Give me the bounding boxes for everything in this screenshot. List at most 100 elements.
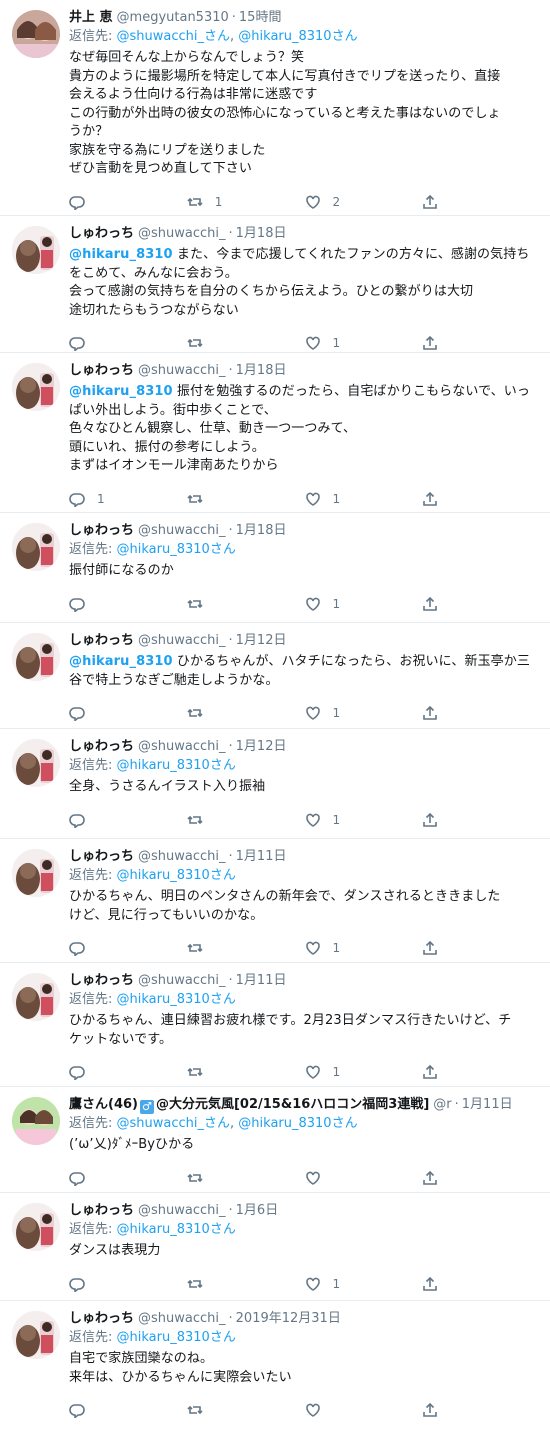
like-button[interactable]: 1 [305, 596, 423, 612]
display-name[interactable]: しゅわっち [69, 633, 134, 648]
share-button[interactable] [422, 940, 540, 956]
like-button[interactable]: 1 [305, 812, 423, 828]
reply-button[interactable] [69, 194, 187, 210]
retweet-button[interactable] [187, 705, 305, 721]
user-handle[interactable]: @shuwacchi_ [138, 363, 226, 378]
display-name[interactable]: しゅわっち [69, 1203, 134, 1218]
share-button[interactable] [422, 705, 540, 721]
reply-mention-link[interactable]: @hikaru_8310さん [238, 1116, 357, 1131]
avatar[interactable] [12, 363, 60, 411]
reply-button[interactable]: 1 [69, 491, 187, 507]
user-handle[interactable]: @shuwacchi_ [138, 633, 226, 648]
reply-mention-link[interactable]: @shuwacchi_さん [117, 1116, 231, 1131]
tweet[interactable]: しゅわっち @shuwacchi_ · 1月6日 返信先: @hikaru_8310さ… [0, 1193, 550, 1301]
mention-link[interactable]: @hikaru_8310 [69, 654, 173, 669]
retweet-button[interactable] [187, 1170, 305, 1186]
user-handle[interactable]: @shuwacchi_ [138, 849, 226, 864]
user-handle[interactable]: @shuwacchi_ [138, 1203, 226, 1218]
display-name[interactable]: しゅわっち [69, 523, 134, 538]
share-button[interactable] [422, 812, 540, 828]
retweet-button[interactable] [187, 491, 305, 507]
retweet-button[interactable] [187, 1276, 305, 1292]
share-button[interactable] [422, 491, 540, 507]
display-name[interactable]: しゅわっち [69, 973, 134, 988]
like-button[interactable]: 2 [305, 194, 423, 210]
avatar[interactable] [12, 973, 60, 1021]
mention-link[interactable]: @hikaru_8310 [69, 247, 173, 262]
share-button[interactable] [422, 335, 540, 351]
retweet-button[interactable] [187, 1402, 305, 1418]
like-button[interactable]: 1 [305, 335, 423, 351]
avatar[interactable] [12, 1097, 60, 1145]
tweet-time[interactable]: 2019年12月31日 [236, 1311, 341, 1326]
avatar[interactable] [12, 739, 60, 787]
reply-mention-link[interactable]: @hikaru_8310さん [117, 758, 236, 773]
reply-button[interactable] [69, 596, 187, 612]
like-button[interactable]: 1 [305, 491, 423, 507]
reply-button[interactable] [69, 1276, 187, 1292]
retweet-button[interactable] [187, 812, 305, 828]
display-name[interactable]: しゅわっち [69, 849, 134, 864]
avatar[interactable] [12, 10, 60, 58]
like-button[interactable]: 1 [305, 1064, 423, 1080]
retweet-button[interactable] [187, 1064, 305, 1080]
user-handle[interactable]: @shuwacchi_ [138, 226, 226, 241]
tweet-time[interactable]: 1月18日 [236, 523, 287, 538]
tweet[interactable]: 鷹さん(46) ♂ @大分元気風[02/15&16ハロコン福岡3連戦] @r · 1月11… [0, 1087, 550, 1193]
tweet[interactable]: しゅわっち @shuwacchi_ · 1月11日 返信先: @hikaru_8310… [0, 839, 550, 963]
tweet-time[interactable]: 1月6日 [236, 1203, 279, 1218]
display-name[interactable]: しゅわっち [69, 739, 134, 754]
tweet[interactable]: しゅわっち @shuwacchi_ · 1月18日 @hikaru_8310 また、今… [0, 216, 550, 353]
reply-button[interactable] [69, 705, 187, 721]
retweet-button[interactable] [187, 940, 305, 956]
display-name[interactable]: 井上 恵 [69, 10, 113, 25]
reply-mention-link[interactable]: @hikaru_8310さん [117, 1330, 236, 1345]
tweet[interactable]: 井上 恵 @megyutan5310 · 15時間 返信先: @shuwacchi_さ… [0, 0, 550, 216]
display-name[interactable]: しゅわっち [69, 363, 134, 378]
avatar[interactable] [12, 849, 60, 897]
avatar[interactable] [12, 1311, 60, 1359]
reply-button[interactable] [69, 812, 187, 828]
like-button[interactable] [305, 1402, 423, 1418]
share-button[interactable] [422, 1170, 540, 1186]
reply-mention-link[interactable]: @hikaru_8310さん [238, 29, 357, 44]
reply-mention-link[interactable]: @hikaru_8310さん [117, 992, 236, 1007]
user-handle[interactable]: @megyutan5310 [117, 10, 229, 25]
user-handle[interactable]: @shuwacchi_ [138, 739, 226, 754]
display-name[interactable]: しゅわっち [69, 1311, 134, 1326]
reply-button[interactable] [69, 1064, 187, 1080]
tweet[interactable]: しゅわっち @shuwacchi_ · 1月18日 返信先: @hikaru_8310… [0, 513, 550, 623]
tweet[interactable]: しゅわっち @shuwacchi_ · 1月18日 @hikaru_8310 振付を勉… [0, 353, 550, 513]
share-button[interactable] [422, 596, 540, 612]
user-handle[interactable]: @shuwacchi_ [138, 973, 226, 988]
tweet-time[interactable]: 1月11日 [236, 973, 287, 988]
tweet[interactable]: しゅわっち @shuwacchi_ · 2019年12月31日 返信先: @hikar… [0, 1301, 550, 1429]
tweet-time[interactable]: 1月12日 [236, 633, 287, 648]
user-handle[interactable]: @shuwacchi_ [138, 523, 226, 538]
tweet-time[interactable]: 1月18日 [236, 226, 287, 241]
tweet[interactable]: しゅわっち @shuwacchi_ · 1月12日 @hikaru_8310 ひかるち… [0, 623, 550, 729]
tweet-time[interactable]: 1月11日 [462, 1097, 513, 1112]
share-button[interactable] [422, 1402, 540, 1418]
tweet-time[interactable]: 15時間 [239, 10, 282, 25]
reply-button[interactable] [69, 335, 187, 351]
avatar[interactable] [12, 1203, 60, 1251]
share-button[interactable] [422, 194, 540, 210]
user-handle[interactable]: @r [433, 1097, 451, 1112]
tweet-time[interactable]: 1月12日 [236, 739, 287, 754]
reply-mention-link[interactable]: @hikaru_8310さん [117, 1222, 236, 1237]
share-button[interactable] [422, 1276, 540, 1292]
retweet-button[interactable] [187, 335, 305, 351]
avatar[interactable] [12, 226, 60, 274]
tweet[interactable]: しゅわっち @shuwacchi_ · 1月12日 返信先: @hikaru_8310… [0, 729, 550, 839]
like-button[interactable]: 1 [305, 940, 423, 956]
like-button[interactable] [305, 1170, 423, 1186]
reply-mention-link[interactable]: @hikaru_8310さん [117, 868, 236, 883]
tweet-time[interactable]: 1月11日 [236, 849, 287, 864]
reply-mention-link[interactable]: @shuwacchi_さん [117, 29, 231, 44]
like-button[interactable]: 1 [305, 1276, 423, 1292]
reply-button[interactable] [69, 940, 187, 956]
user-handle[interactable]: @shuwacchi_ [138, 1311, 226, 1326]
like-button[interactable]: 1 [305, 705, 423, 721]
tweet-time[interactable]: 1月18日 [236, 363, 287, 378]
